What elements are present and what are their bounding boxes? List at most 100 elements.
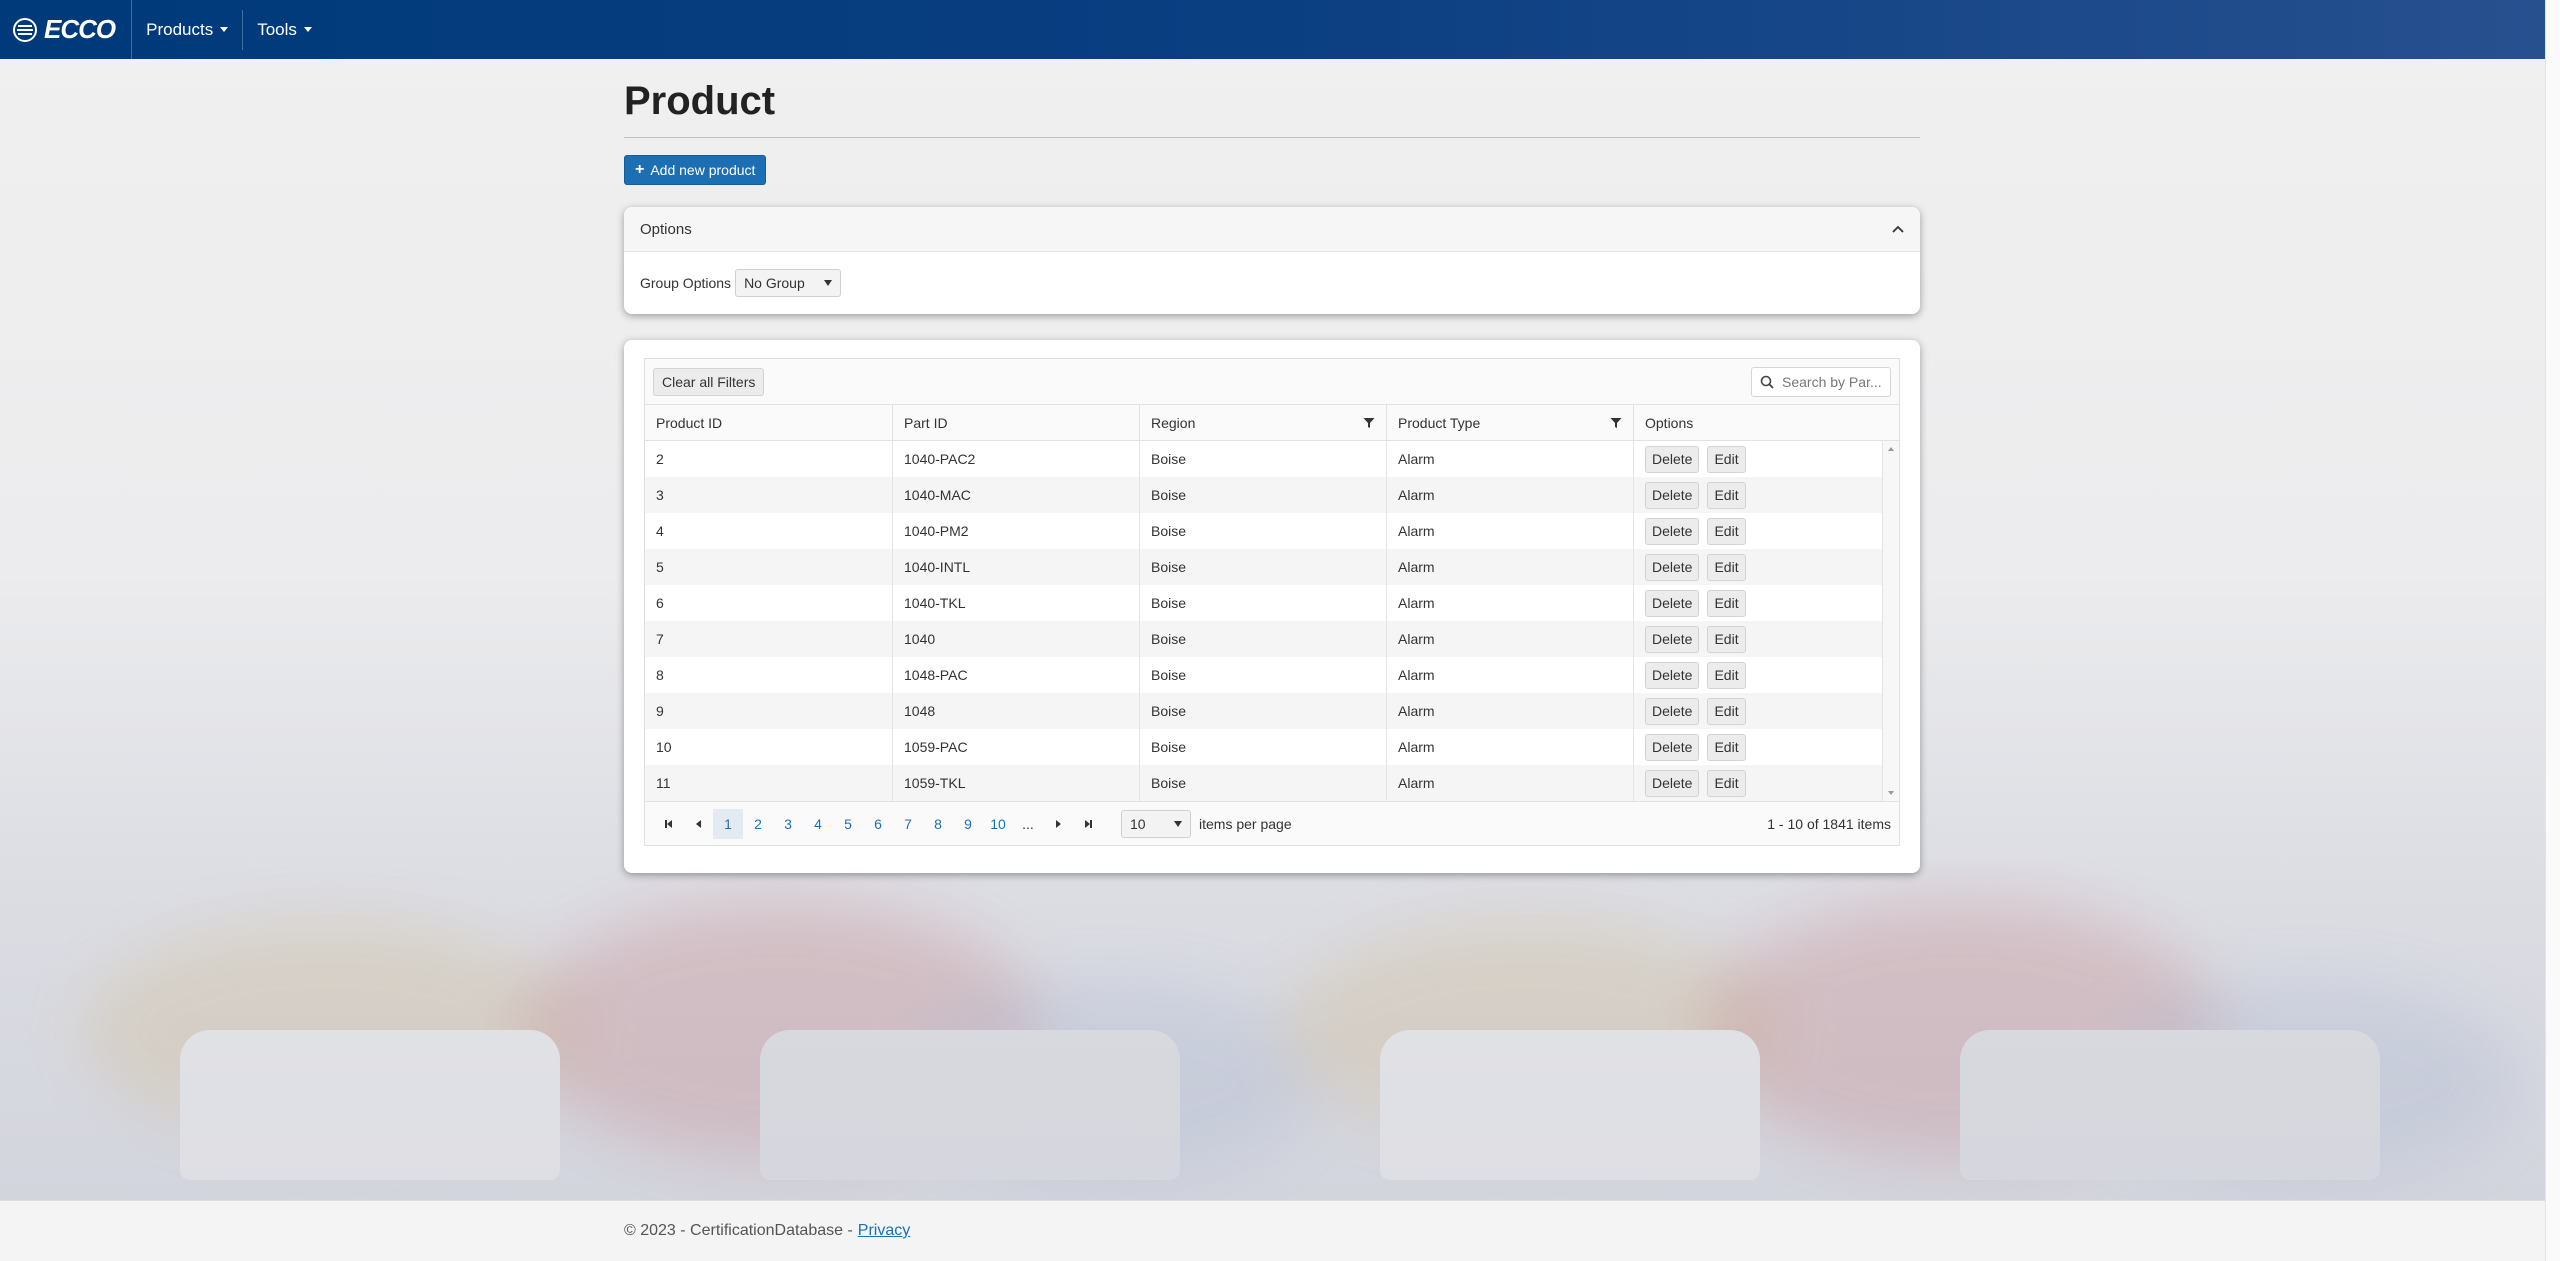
edit-button[interactable]: Edit [1707, 481, 1746, 509]
edit-button[interactable]: Edit [1707, 733, 1746, 761]
cell-options: Delete Edit [1634, 657, 1899, 693]
table-row[interactable]: 5 1040-INTL Boise Alarm Delete Edit [645, 549, 1899, 585]
cell-part-id: 1040-MAC [893, 477, 1140, 513]
page-number-button[interactable]: 3 [773, 809, 803, 839]
top-navbar: ECCO Products Tools [0, 0, 2545, 59]
edit-button[interactable]: Edit [1707, 553, 1746, 581]
edit-button[interactable]: Edit [1707, 625, 1746, 653]
first-page-icon [666, 819, 672, 828]
column-header-options: Options [1634, 405, 1899, 440]
page-number-list: 1 2 3 4 5 6 7 8 9 10... [713, 808, 1043, 839]
cell-product-type: Alarm [1387, 693, 1634, 729]
nav-tools-dropdown[interactable]: Tools [243, 10, 326, 50]
delete-button[interactable]: Delete [1645, 697, 1700, 725]
product-grid: Clear all Filters Search by Par... Produ… [644, 358, 1900, 846]
page-size-select[interactable]: 10 [1121, 809, 1191, 838]
scroll-down-icon[interactable] [1888, 791, 1894, 795]
page-number-button[interactable]: 1 [713, 808, 743, 839]
cell-part-id: 1040-INTL [893, 549, 1140, 585]
footer-copyright: © 2023 - CertificationDatabase - [624, 1222, 853, 1239]
page-number-button[interactable]: 10 [983, 809, 1013, 839]
clear-all-filters-button[interactable]: Clear all Filters [653, 367, 765, 396]
cell-product-id: 6 [645, 585, 893, 621]
delete-button[interactable]: Delete [1645, 553, 1700, 581]
column-header-product-id[interactable]: Product ID [645, 405, 893, 440]
add-new-product-label: Add new product [650, 162, 756, 178]
edit-button[interactable]: Edit [1707, 697, 1746, 725]
edit-button[interactable]: Edit [1707, 589, 1746, 617]
column-header-product-type[interactable]: Product Type [1387, 405, 1634, 440]
cell-product-type: Alarm [1387, 477, 1634, 513]
page-number-button[interactable]: 9 [953, 809, 983, 839]
cell-region: Boise [1140, 765, 1387, 801]
group-options-select[interactable]: No Group [735, 268, 842, 297]
page-number-button[interactable]: 8 [923, 809, 953, 839]
delete-button[interactable]: Delete [1645, 733, 1700, 761]
page-number-button[interactable]: 4 [803, 809, 833, 839]
delete-button[interactable]: Delete [1645, 445, 1700, 473]
delete-button[interactable]: Delete [1645, 517, 1700, 545]
delete-button[interactable]: Delete [1645, 661, 1700, 689]
options-panel-header[interactable]: Options [624, 207, 1920, 252]
table-row[interactable]: 7 1040 Boise Alarm Delete Edit [645, 621, 1899, 657]
cell-part-id: 1059-PAC [893, 729, 1140, 765]
grid-header: Product ID Part ID Region Product Type O… [645, 405, 1899, 441]
filter-icon[interactable] [1610, 417, 1622, 429]
grid-toolbar: Clear all Filters Search by Par... [645, 359, 1899, 405]
cell-region: Boise [1140, 621, 1387, 657]
cell-region: Boise [1140, 657, 1387, 693]
page-number-button[interactable]: 6 [863, 809, 893, 839]
privacy-link[interactable]: Privacy [858, 1222, 910, 1240]
delete-button[interactable]: Delete [1645, 481, 1700, 509]
next-page-icon [1055, 819, 1061, 828]
grid-vertical-scrollbar[interactable] [1882, 441, 1899, 801]
table-row[interactable]: 6 1040-TKL Boise Alarm Delete Edit [645, 585, 1899, 621]
title-divider [624, 137, 1920, 138]
table-row[interactable]: 3 1040-MAC Boise Alarm Delete Edit [645, 477, 1899, 513]
column-header-part-id[interactable]: Part ID [893, 405, 1140, 440]
filter-icon[interactable] [1363, 417, 1375, 429]
cell-product-id: 7 [645, 621, 893, 657]
chevron-up-icon[interactable] [1892, 225, 1904, 233]
delete-button[interactable]: Delete [1645, 625, 1700, 653]
search-input[interactable]: Search by Par... [1782, 374, 1882, 390]
table-row[interactable]: 11 1059-TKL Boise Alarm Delete Edit [645, 765, 1899, 801]
nav-products-dropdown[interactable]: Products [132, 9, 244, 50]
column-header-region[interactable]: Region [1140, 405, 1387, 440]
scroll-up-icon[interactable] [1888, 447, 1894, 451]
page-number-button[interactable]: 2 [743, 809, 773, 839]
edit-button[interactable]: Edit [1707, 517, 1746, 545]
cell-product-id: 8 [645, 657, 893, 693]
cell-options: Delete Edit [1634, 585, 1899, 621]
table-row[interactable]: 4 1040-PM2 Boise Alarm Delete Edit [645, 513, 1899, 549]
page-number-button[interactable]: 7 [893, 809, 923, 839]
next-page-button[interactable] [1043, 809, 1073, 839]
pager-summary: 1 - 10 of 1841 items [1767, 815, 1891, 832]
cell-product-type: Alarm [1387, 657, 1634, 693]
add-new-product-button[interactable]: + Add new product [624, 155, 767, 185]
page-ellipsis[interactable]: ... [1013, 809, 1043, 839]
page-scrollbar[interactable] [2545, 0, 2560, 1261]
options-panel-body: Group Options No Group [624, 252, 1920, 313]
delete-button[interactable]: Delete [1645, 769, 1700, 797]
edit-button[interactable]: Edit [1707, 445, 1746, 473]
page-number-button[interactable]: 5 [833, 809, 863, 839]
cell-product-type: Alarm [1387, 621, 1634, 657]
delete-button[interactable]: Delete [1645, 589, 1700, 617]
cell-region: Boise [1140, 585, 1387, 621]
brand-logo[interactable]: ECCO [0, 0, 133, 59]
group-options-value: No Group [744, 274, 805, 291]
grid-rows: 2 1040-PAC2 Boise Alarm Delete Edit 3 1040-MAC B… [645, 441, 1899, 801]
first-page-button[interactable] [653, 809, 683, 839]
previous-page-button[interactable] [683, 809, 713, 839]
search-box[interactable]: Search by Par... [1751, 366, 1891, 397]
column-header-label: Region [1151, 414, 1196, 431]
cell-part-id: 1040-PAC2 [893, 441, 1140, 477]
edit-button[interactable]: Edit [1707, 769, 1746, 797]
table-row[interactable]: 9 1048 Boise Alarm Delete Edit [645, 693, 1899, 729]
table-row[interactable]: 10 1059-PAC Boise Alarm Delete Edit [645, 729, 1899, 765]
edit-button[interactable]: Edit [1707, 661, 1746, 689]
table-row[interactable]: 2 1040-PAC2 Boise Alarm Delete Edit [645, 441, 1899, 477]
last-page-button[interactable] [1073, 809, 1103, 839]
table-row[interactable]: 8 1048-PAC Boise Alarm Delete Edit [645, 657, 1899, 693]
